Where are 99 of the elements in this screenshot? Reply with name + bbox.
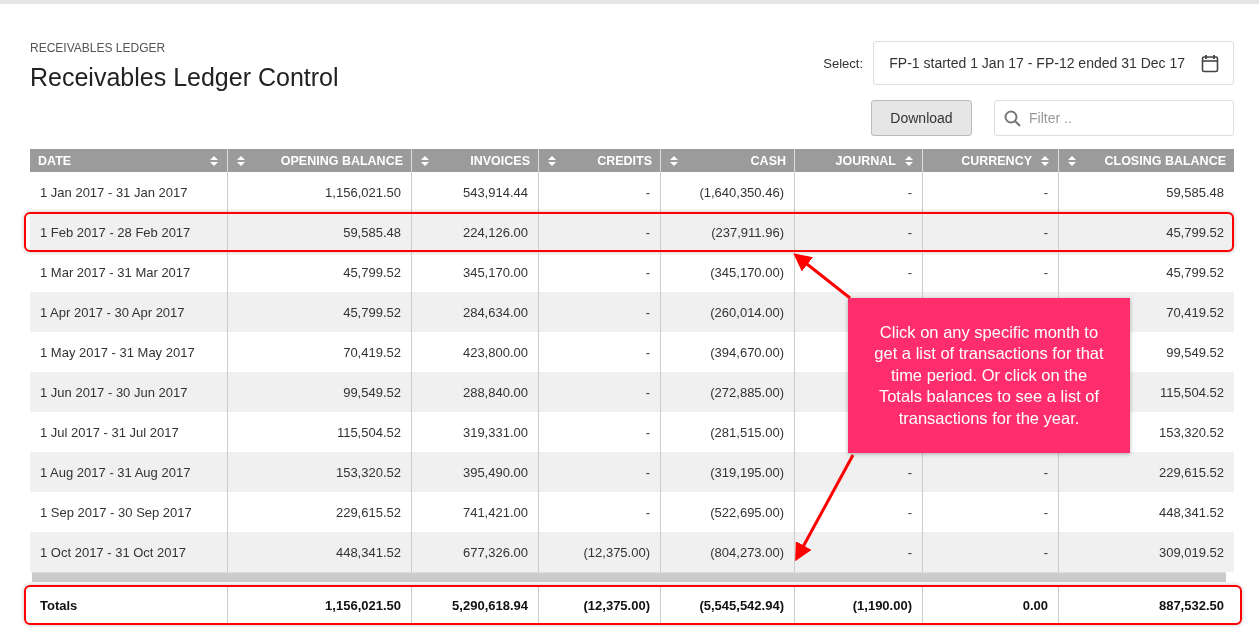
period-label[interactable]: 1 May 2017 - 31 May 2017 (40, 344, 195, 360)
amount[interactable]: - (1043, 264, 1048, 280)
breadcrumb: RECEIVABLES LEDGER (30, 41, 167, 55)
amount[interactable]: - (645, 384, 650, 400)
amount[interactable]: - (645, 224, 650, 240)
amount[interactable]: 45,799.52 (1166, 224, 1224, 240)
amount[interactable]: 70,419.52 (1166, 304, 1224, 320)
sort-icon (420, 154, 430, 167)
amount[interactable]: - (1043, 184, 1048, 200)
amount[interactable]: 543,914.44 (462, 184, 528, 200)
amount[interactable]: (272,885.00) (710, 384, 784, 400)
amount[interactable]: (522,695.00) (710, 504, 784, 520)
period-label[interactable]: 1 Mar 2017 - 31 Mar 2017 (40, 264, 191, 280)
amount[interactable]: 1,156,021.50 (325, 597, 401, 613)
amount[interactable]: - (907, 264, 912, 280)
period-label[interactable]: 1 Jan 2017 - 31 Jan 2017 (40, 184, 188, 200)
amount[interactable]: - (907, 504, 912, 520)
amount[interactable]: - (645, 264, 650, 280)
amount[interactable]: 448,341.52 (1158, 504, 1224, 520)
amount[interactable]: 423,800.00 (462, 344, 528, 360)
amount[interactable]: 229,615.52 (1158, 464, 1224, 480)
amount[interactable]: 153,320.52 (335, 464, 401, 480)
amount[interactable]: 99,549.52 (1166, 344, 1224, 360)
amount[interactable]: - (907, 184, 912, 200)
sort-icon (1040, 154, 1050, 167)
amount[interactable]: 45,799.52 (1166, 264, 1224, 280)
amount[interactable]: 5,290,618.94 (452, 597, 528, 613)
amount[interactable]: 115,504.52 (1159, 384, 1224, 400)
amount[interactable]: 677,326.00 (462, 544, 528, 560)
arrow (793, 253, 851, 300)
sort-icon (547, 154, 557, 167)
amount[interactable]: - (907, 464, 912, 480)
amount[interactable]: - (645, 424, 650, 440)
amount[interactable]: 99,549.52 (343, 384, 401, 400)
filter-field[interactable]: Filter .. (994, 100, 1234, 136)
amount[interactable]: - (907, 544, 912, 560)
download-button[interactable]: Download (871, 100, 972, 136)
select-label: Select: (823, 55, 863, 71)
page-title: Receivables Ledger Control (30, 63, 339, 92)
amount[interactable]: 59,585.48 (343, 224, 401, 240)
sort-icon (669, 154, 679, 167)
sort-icon (904, 154, 914, 167)
horizontal-scrollbar[interactable] (32, 572, 1226, 582)
amount[interactable]: 345,170.00 (462, 264, 528, 280)
period-label[interactable]: 1 Feb 2017 - 28 Feb 2017 (40, 224, 191, 240)
amount[interactable]: 395,490.00 (462, 464, 528, 480)
totals-label[interactable]: Totals (40, 597, 78, 613)
amount[interactable]: - (645, 304, 650, 320)
sort-icon (209, 154, 219, 167)
amount[interactable]: (281,515.00) (710, 424, 784, 440)
sort-icon (236, 154, 246, 167)
period-picker[interactable]: FP-1 started 1 Jan 17 - FP-12 ended 31 Dec 17 (873, 41, 1234, 85)
amount[interactable]: (12,375.00) (583, 597, 650, 613)
amount[interactable]: - (1043, 544, 1048, 560)
amount[interactable]: 224,126.00 (462, 224, 528, 240)
amount[interactable]: - (1043, 504, 1048, 520)
amount[interactable]: 319,331.00 (462, 424, 528, 440)
period-label[interactable]: 1 Sep 2017 - 30 Sep 2017 (40, 504, 192, 520)
amount[interactable]: 284,634.00 (462, 304, 528, 320)
amount[interactable]: 153,320.52 (1158, 424, 1224, 440)
period-label[interactable]: 1 Jun 2017 - 30 Jun 2017 (40, 384, 188, 400)
amount[interactable]: (804,273.00) (710, 544, 784, 560)
callout-note: Click on any specific month to get a list of transactions for that time period. Or click on the Totals balances to see a list of transactions for the year. (848, 298, 1130, 453)
amount[interactable]: (260,014.00) (710, 304, 784, 320)
period-label[interactable]: 1 Oct 2017 - 31 Oct 2017 (40, 544, 186, 560)
amount[interactable]: 887,532.50 (1158, 597, 1224, 613)
search-icon (1004, 110, 1021, 127)
period-label[interactable]: 1 Jul 2017 - 31 Jul 2017 (40, 424, 179, 440)
amount[interactable]: - (1043, 224, 1048, 240)
amount[interactable]: 741,421.00 (462, 504, 528, 520)
amount[interactable]: 70,419.52 (343, 344, 401, 360)
amount[interactable]: - (645, 464, 650, 480)
amount[interactable]: (5,545,542.94) (699, 597, 784, 613)
amount[interactable]: (12,375.00) (583, 544, 650, 560)
calendar-icon (1201, 53, 1219, 73)
amount[interactable]: (1,640,350.46) (699, 184, 784, 200)
amount[interactable]: (237,911.96) (711, 224, 784, 240)
amount[interactable]: (319,195.00) (710, 464, 784, 480)
amount[interactable]: - (907, 224, 912, 240)
period-label[interactable]: 1 Apr 2017 - 30 Apr 2017 (40, 304, 185, 320)
amount[interactable]: 45,799.52 (343, 264, 401, 280)
amount[interactable]: 229,615.52 (335, 504, 401, 520)
amount[interactable]: 59,585.48 (1166, 184, 1224, 200)
amount[interactable]: - (645, 184, 650, 200)
amount[interactable]: - (645, 504, 650, 520)
amount[interactable]: 115,504.52 (336, 424, 401, 440)
amount[interactable]: (394,670.00) (710, 344, 784, 360)
amount[interactable]: (1,190.00) (852, 597, 912, 613)
amount[interactable]: - (1043, 464, 1048, 480)
amount[interactable]: 0.00 (1022, 597, 1048, 613)
sort-icon (1067, 154, 1077, 167)
amount[interactable]: 1,156,021.50 (325, 184, 401, 200)
period-label[interactable]: 1 Aug 2017 - 31 Aug 2017 (40, 464, 191, 480)
amount[interactable]: 309,019.52 (1158, 544, 1224, 560)
amount[interactable]: 288,840.00 (462, 384, 528, 400)
amount[interactable]: 45,799.52 (343, 304, 401, 320)
amount[interactable]: 448,341.52 (335, 544, 401, 560)
amount[interactable]: (345,170.00) (710, 264, 784, 280)
amount[interactable]: - (645, 344, 650, 360)
